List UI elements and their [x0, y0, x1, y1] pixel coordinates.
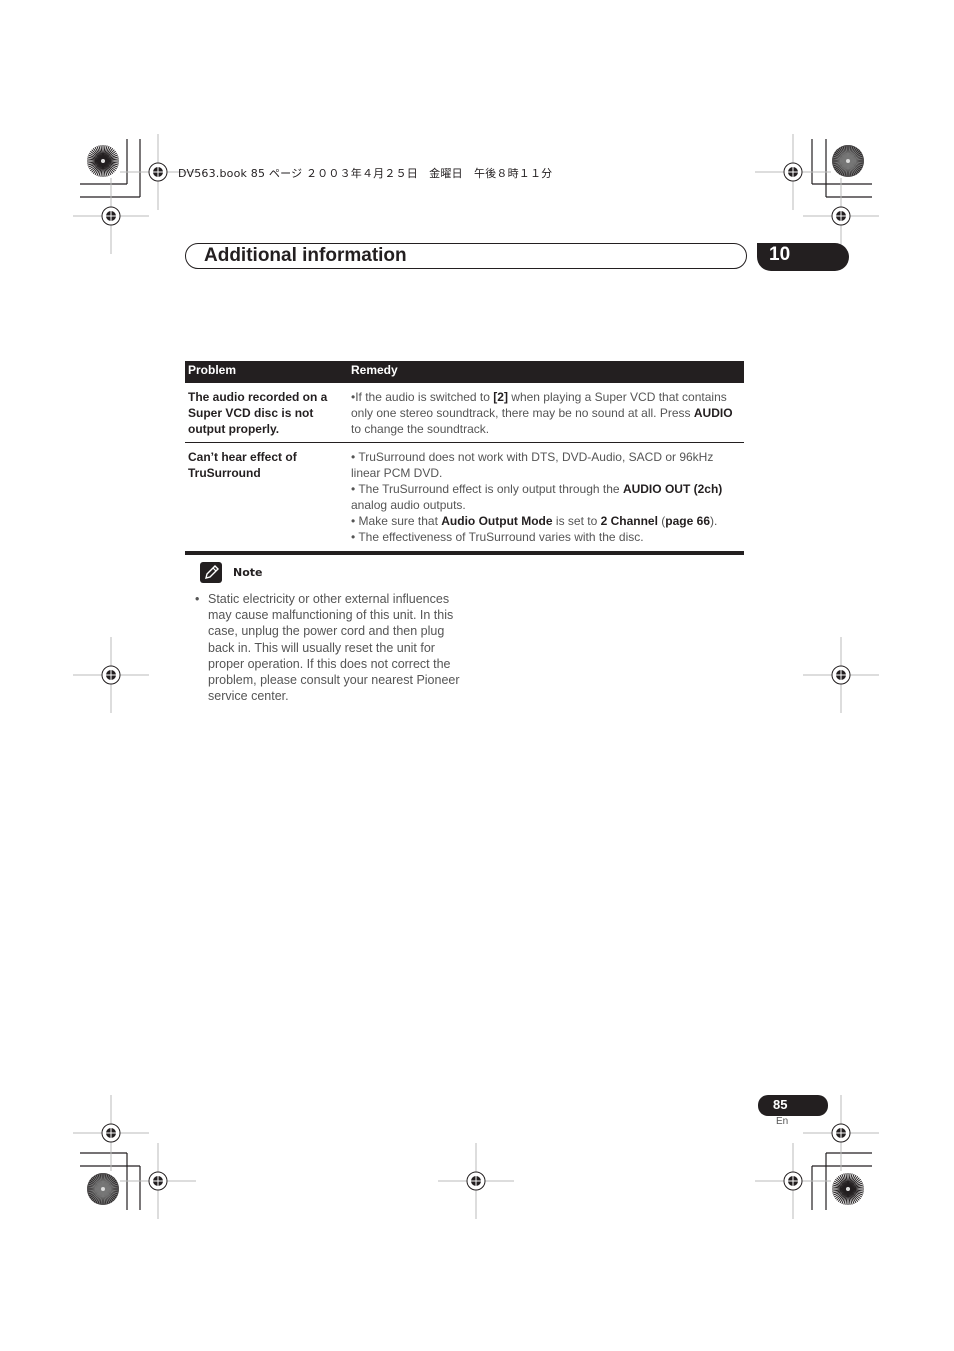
remedy-text: is set to — [552, 514, 601, 528]
table-row: The audio recorded on a Super VCD disc i… — [185, 383, 744, 443]
bullet: • — [195, 592, 200, 606]
remedy-text: • Make sure that — [351, 514, 442, 528]
remedy-text: •If the audio is switched to — [351, 390, 494, 404]
print-file-info: DV563.book 85 ページ ２００３年４月２５日 金曜日 午後８時１１分 — [178, 167, 553, 180]
pencil-icon — [200, 562, 222, 583]
section-title: Additional information — [204, 245, 407, 266]
remedy-paragraph: • The effectiveness of TruSurround varie… — [351, 529, 741, 545]
emphasis-text: AUDIO — [693, 406, 733, 420]
column-header-problem: Problem — [185, 361, 348, 383]
print-registration-marks — [73, 134, 879, 1219]
starburst-icon — [832, 145, 864, 177]
remedy-paragraph: • Make sure that Audio Output Mode is se… — [351, 513, 741, 529]
page-number: 85 — [773, 1097, 788, 1112]
note-text: Static electricity or other external inf… — [208, 592, 460, 704]
note-label: Note — [233, 566, 263, 579]
registration-target-icon — [755, 1143, 831, 1219]
section-title-bar: Additional information — [185, 243, 747, 269]
page-number-badge: 85 — [758, 1095, 828, 1116]
note-list-item: • Static electricity or other external i… — [195, 591, 460, 704]
remedy-paragraph: • The TruSurround effect is only output … — [351, 481, 741, 513]
table-row: Can’t hear effect of TruSurround • TruSu… — [185, 442, 744, 555]
chapter-number: 10 — [769, 244, 791, 265]
emphasis-text: page 66 — [665, 514, 710, 528]
starburst-icon — [87, 1173, 119, 1205]
starburst-icon — [87, 145, 119, 177]
remedy-text: • The TruSurround effect is only output … — [351, 482, 623, 496]
column-header-remedy: Remedy — [348, 361, 744, 383]
page-language: En — [776, 1116, 789, 1127]
remedy-text: • The effectiveness of TruSurround varie… — [351, 530, 644, 544]
starburst-icon — [832, 1173, 864, 1205]
registration-target-icon — [120, 1143, 196, 1219]
chapter-badge: 10 — [757, 243, 849, 271]
emphasis-text: Audio Output Mode — [441, 514, 553, 528]
emphasis-text: AUDIO OUT (2ch) — [622, 482, 723, 496]
registration-target-icon — [755, 134, 831, 210]
remedy-paragraph: • TruSurround does not work with DTS, DV… — [351, 449, 741, 481]
remedy-paragraph: •If the audio is switched to [2] when pl… — [351, 389, 741, 437]
remedy-text: to change the soundtrack. — [351, 422, 490, 436]
remedy-cell: • TruSurround does not work with DTS, DV… — [348, 442, 744, 555]
registration-target-icon — [438, 1143, 514, 1219]
problem-cell: The audio recorded on a Super VCD disc i… — [185, 383, 348, 443]
remedy-cell: •If the audio is switched to [2] when pl… — [348, 383, 744, 443]
remedy-text: • TruSurround does not work with DTS, DV… — [351, 450, 714, 480]
table-header-row: Problem Remedy — [185, 361, 744, 383]
remedy-text: ). — [710, 514, 718, 528]
registration-target-icon — [73, 178, 149, 254]
emphasis-text: 2 Channel — [600, 514, 658, 528]
remedy-text: analog audio outputs. — [351, 498, 466, 512]
problem-cell: Can’t hear effect of TruSurround — [185, 442, 348, 555]
registration-target-icon — [73, 1095, 149, 1171]
registration-target-icon — [73, 637, 149, 713]
troubleshooting-table: Problem Remedy The audio recorded on a S… — [185, 361, 744, 555]
registration-target-icon — [803, 637, 879, 713]
emphasis-text: [2] — [493, 390, 508, 404]
